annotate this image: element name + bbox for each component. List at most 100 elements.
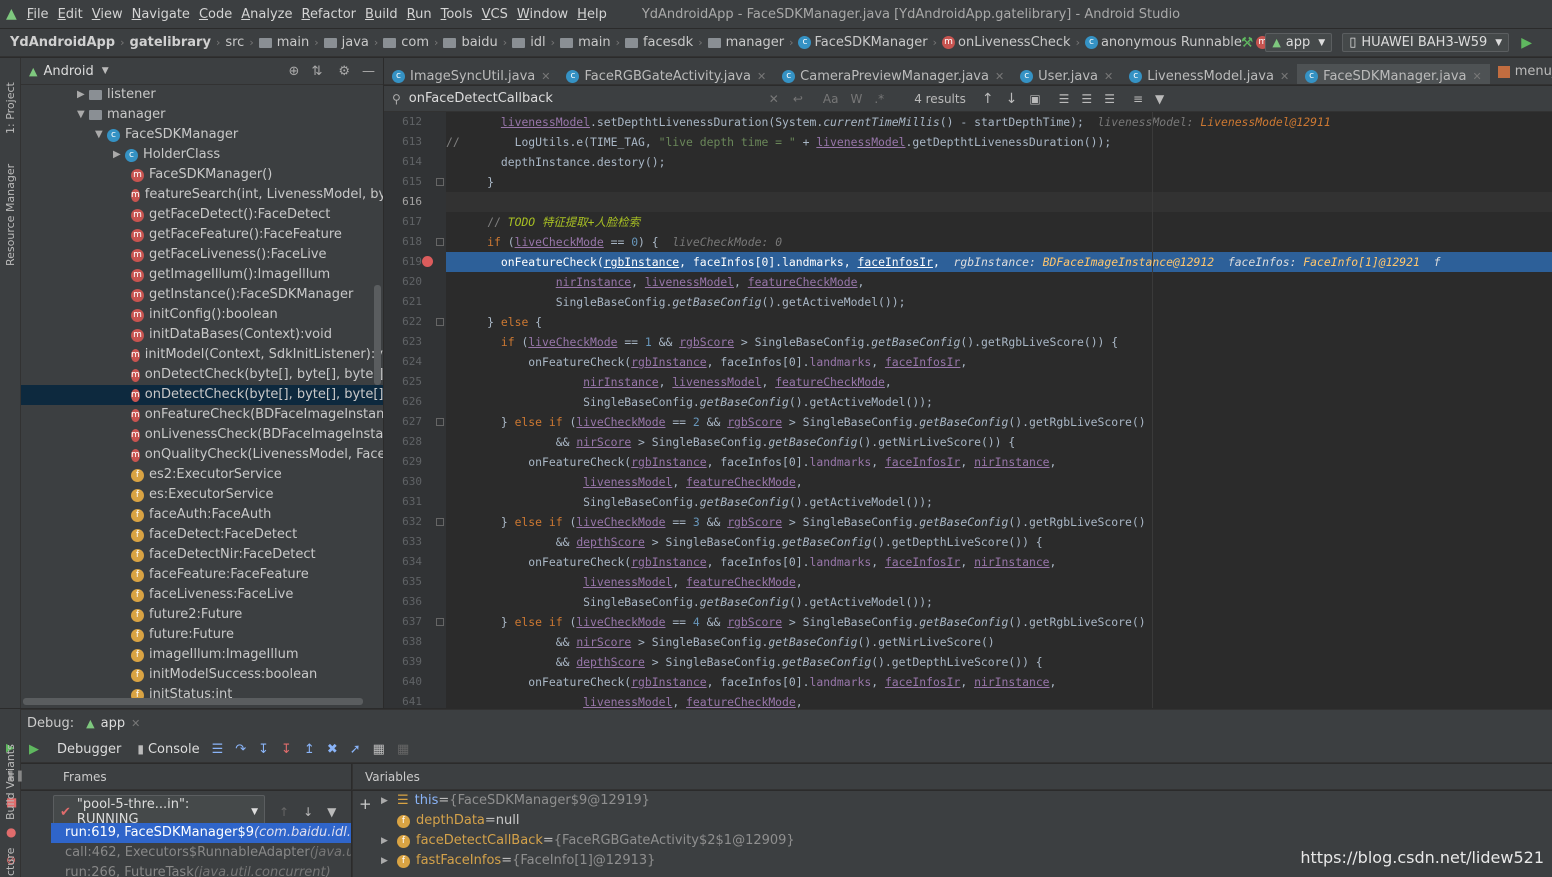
fold-marker-icon[interactable] bbox=[436, 318, 444, 326]
collapse-all-icon[interactable]: ⇅ bbox=[311, 64, 322, 79]
expand-right-icon[interactable]: ▶ bbox=[381, 831, 397, 851]
tab-user-java[interactable]: c User.java ✕ bbox=[1012, 63, 1121, 85]
editor-gutter[interactable]: 612 613 614 615 616 617 618 619 620 621 622 623 624 6… bbox=[384, 112, 446, 708]
expand-right-icon[interactable]: ▶ bbox=[381, 791, 397, 811]
variable-item[interactable]: ▶ ☰ this = {FaceSDKManager$9@12919} bbox=[381, 791, 650, 811]
breakpoint-icon[interactable] bbox=[422, 256, 433, 267]
menu-window[interactable]: Window bbox=[517, 7, 568, 22]
tree-item[interactable]: f future2:Future bbox=[21, 605, 383, 625]
show-execution-point-icon[interactable]: ☰ bbox=[212, 742, 224, 757]
fold-marker-icon[interactable] bbox=[436, 618, 444, 626]
search-settings-icon[interactable]: ≡ bbox=[1133, 92, 1143, 106]
select-next-icon[interactable]: ☰ bbox=[1104, 92, 1115, 106]
breadcrumb-item[interactable]: facesdk bbox=[643, 35, 693, 50]
frame-item[interactable]: run:266, FutureTask (java.util.concurren… bbox=[51, 863, 351, 877]
code-line[interactable]: && depthScore > SingleBaseConfig.getBase… bbox=[446, 532, 1552, 552]
expand-right-icon[interactable]: ▶ bbox=[113, 145, 125, 165]
breadcrumb-item[interactable]: YdAndroidApp bbox=[10, 35, 115, 50]
words-toggle[interactable]: W bbox=[850, 92, 862, 106]
tree-item[interactable]: f faceDetect:FaceDetect bbox=[21, 525, 383, 545]
build-variants-tool-button[interactable]: Build Variants bbox=[4, 740, 17, 820]
tree-item[interactable]: f es2:ExecutorService bbox=[21, 465, 383, 485]
step-into-icon[interactable]: ↧ bbox=[258, 742, 269, 757]
menu-build[interactable]: Build bbox=[365, 7, 398, 22]
code-line[interactable]: nirInstance, livenessModel, featureCheck… bbox=[446, 272, 1552, 292]
search-input[interactable]: onFaceDetectCallback bbox=[409, 91, 769, 106]
breadcrumb-item[interactable]: gatelibrary bbox=[130, 35, 211, 50]
menu-analyze[interactable]: Analyze bbox=[241, 7, 292, 22]
resume-icon[interactable]: ▶ bbox=[29, 742, 39, 757]
menu-vcs[interactable]: VCS bbox=[482, 7, 508, 22]
remove-selection-icon[interactable]: ☰ bbox=[1081, 92, 1092, 106]
close-icon[interactable]: ✕ bbox=[1473, 70, 1482, 83]
tree-item[interactable]: m onFeatureCheck(BDFaceImageInstance, bbox=[21, 405, 383, 425]
code-line[interactable]: && depthScore > SingleBaseConfig.getBase… bbox=[446, 652, 1552, 672]
add-watch-icon[interactable]: + bbox=[359, 795, 372, 813]
breadcrumb-item[interactable]: baidu bbox=[461, 35, 497, 50]
tree-item[interactable]: m onQualityCheck(LivenessModel, FaceDet bbox=[21, 445, 383, 465]
tree-item[interactable]: m featureSearch(int, LivenessModel, byte[… bbox=[21, 185, 383, 205]
fold-marker-icon[interactable] bbox=[436, 418, 444, 426]
code-line[interactable]: livenessModel, featureCheckMode, bbox=[446, 572, 1552, 592]
tree-item[interactable]: m initConfig():boolean bbox=[21, 305, 383, 325]
code-line[interactable]: } else if (liveCheckMode == 2 && rgbScor… bbox=[446, 412, 1552, 432]
filter-icon[interactable]: ▼ bbox=[327, 805, 336, 819]
menu-navigate[interactable]: Navigate bbox=[132, 7, 190, 22]
code-line[interactable]: if (liveCheckMode == 0) { liveCheckMode:… bbox=[446, 232, 1552, 252]
tree-item[interactable]: m getInstance():FaceSDKManager bbox=[21, 285, 383, 305]
menu-file[interactable]: File bbox=[27, 7, 49, 22]
view-breakpoints-icon[interactable]: ● bbox=[6, 825, 16, 839]
expand-down-icon[interactable]: ▼ bbox=[95, 125, 107, 145]
tree-item[interactable]: f es:ExecutorService bbox=[21, 485, 383, 505]
close-icon[interactable]: ✕ bbox=[541, 70, 550, 83]
menu-refactor[interactable]: Refactor bbox=[301, 7, 356, 22]
tree-item[interactable]: m onDetectCheck(byte[], byte[], byte[], i… bbox=[21, 365, 383, 385]
code-line[interactable]: onFeatureCheck(rgbInstance, faceInfos[0]… bbox=[446, 552, 1552, 572]
expand-right-icon[interactable]: ▶ bbox=[381, 851, 397, 871]
project-tool-button[interactable]: 1: Project bbox=[4, 64, 17, 134]
code-line[interactable]: onFeatureCheck(rgbInstance, faceInfos[0]… bbox=[446, 672, 1552, 692]
fold-marker-icon[interactable] bbox=[436, 518, 444, 526]
code-line[interactable]: } else if (liveCheckMode == 3 && rgbScor… bbox=[446, 512, 1552, 532]
clear-search-icon[interactable]: ✕ bbox=[769, 92, 779, 106]
tab-console[interactable]: Console bbox=[148, 742, 200, 757]
close-icon[interactable]: ✕ bbox=[757, 70, 766, 83]
tree-item[interactable]: m getFaceFeature():FaceFeature bbox=[21, 225, 383, 245]
code-line[interactable]: SingleBaseConfig.getBaseConfig().getActi… bbox=[446, 392, 1552, 412]
variable-item[interactable]: ▶ f fastFaceInfos = {FaceInfo[1]@12913} bbox=[381, 851, 655, 871]
breadcrumb-item[interactable]: src bbox=[225, 35, 244, 50]
variable-item[interactable]: f depthData = null bbox=[381, 811, 520, 831]
code-line[interactable]: onFeatureCheck(rgbInstance, faceInfos[0]… bbox=[446, 352, 1552, 372]
match-case-toggle[interactable]: Aa bbox=[823, 92, 839, 106]
tree-item[interactable]: m FaceSDKManager() bbox=[21, 165, 383, 185]
tree-item[interactable]: ▼ manager bbox=[21, 105, 383, 125]
drop-frame-icon[interactable]: ✖ bbox=[327, 742, 338, 757]
menu-code[interactable]: Code bbox=[199, 7, 232, 22]
project-view-selector[interactable]: Android bbox=[43, 64, 93, 79]
breadcrumb-item[interactable]: main bbox=[277, 35, 309, 50]
device-dropdown[interactable]: ▯ HUAWEI BAH3-W59 ▼ bbox=[1342, 33, 1510, 52]
expand-down-icon[interactable]: ▼ bbox=[77, 105, 89, 125]
code-line[interactable]: } else if (liveCheckMode == 4 && rgbScor… bbox=[446, 612, 1552, 632]
code-line[interactable]: SingleBaseConfig.getBaseConfig().getActi… bbox=[446, 492, 1552, 512]
code-line[interactable]: depthInstance.destory(); bbox=[446, 152, 1552, 172]
code-line[interactable] bbox=[446, 192, 1552, 212]
menu-edit[interactable]: Edit bbox=[58, 7, 83, 22]
breadcrumb-item[interactable]: FaceSDKManager bbox=[814, 35, 927, 50]
close-icon[interactable]: ✕ bbox=[131, 717, 140, 730]
tab-debugger[interactable]: Debugger bbox=[57, 742, 121, 757]
select-all-occurrences-icon[interactable]: ▣ bbox=[1029, 92, 1040, 106]
build-hammer-icon[interactable]: ⚒ bbox=[1241, 35, 1254, 51]
menu-view[interactable]: View bbox=[92, 7, 123, 22]
code-line[interactable]: && nirScore > SingleBaseConfig.getBaseCo… bbox=[446, 432, 1552, 452]
code-line[interactable]: livenessModel, featureCheckMode, bbox=[446, 472, 1552, 492]
code-line[interactable]: if (liveCheckMode == 1 && rgbScore > Sin… bbox=[446, 332, 1552, 352]
breadcrumb-item[interactable]: java bbox=[342, 35, 369, 50]
breadcrumb-item[interactable]: com bbox=[401, 35, 429, 50]
filter-icon[interactable]: ▼ bbox=[1155, 92, 1164, 106]
code-line[interactable]: SingleBaseConfig.getBaseConfig().getActi… bbox=[446, 592, 1552, 612]
menu-tools[interactable]: Tools bbox=[441, 7, 473, 22]
breadcrumb-item[interactable]: main bbox=[578, 35, 610, 50]
down-arrow-icon[interactable]: ↓ bbox=[303, 805, 313, 819]
variable-item[interactable]: ▶ f faceDetectCallBack = {FaceRGBGateActiv… bbox=[381, 831, 795, 851]
